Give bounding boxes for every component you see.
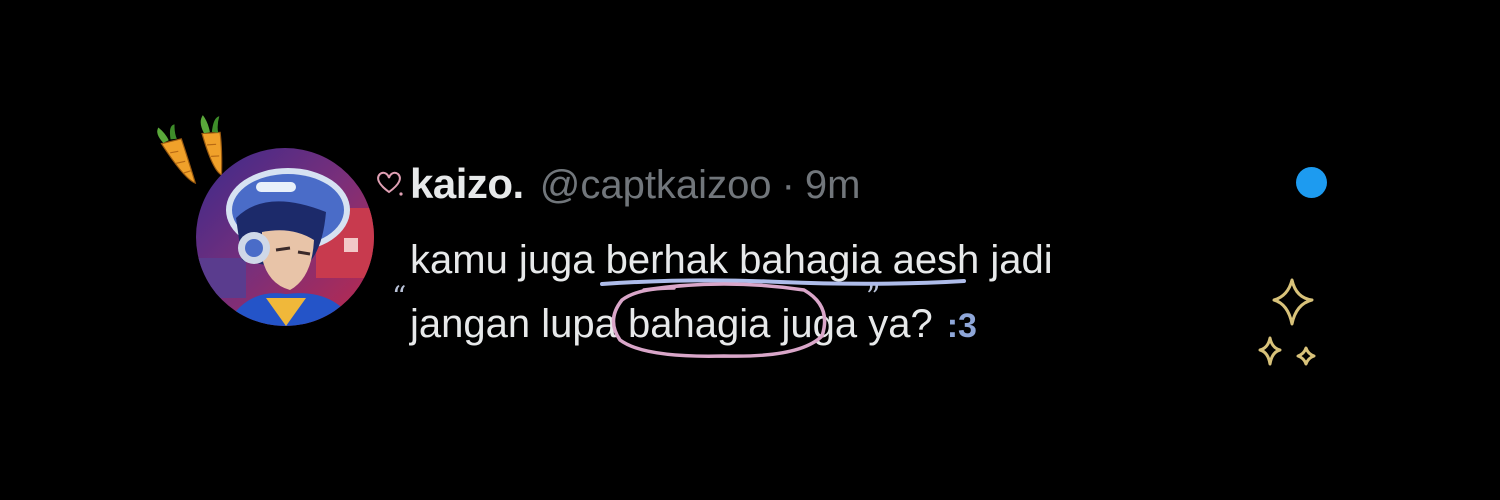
text-segment: jangan lupa — [410, 302, 628, 346]
timestamp[interactable]: 9m — [805, 163, 861, 208]
username-handle[interactable]: @captkaizoo — [540, 163, 772, 208]
tweet-line-1: kamu juga berhak bahagia aesh jadi — [410, 228, 1270, 292]
heart-doodle-icon — [377, 171, 403, 196]
separator-dot: · — [781, 163, 795, 207]
emoticon: :3 — [946, 307, 977, 345]
tweet-text: kamu juga berhak bahagia aesh jadi janga… — [410, 228, 1270, 358]
display-name[interactable]: kaizo. — [410, 160, 524, 208]
circled-phrase: bahagia — [611, 282, 827, 358]
avatar[interactable] — [196, 148, 374, 326]
close-quote-doodle: ” — [866, 280, 881, 313]
tweet-line-2: jangan lupa bahagia juga ya?:3 — [410, 282, 1270, 358]
sparkle-icon — [1258, 278, 1316, 366]
open-quote-doodle: “ — [392, 280, 407, 313]
blue-dot-icon — [1296, 167, 1327, 198]
circle-doodle — [611, 282, 827, 358]
avatar-image — [196, 148, 374, 326]
tweet-header: kaizo. @captkaizoo · 9m — [410, 160, 860, 216]
text-segment: kamu juga — [410, 238, 606, 282]
tweet-card[interactable]: kaizo. @captkaizoo · 9m kamu juga berhak… — [0, 0, 1500, 500]
